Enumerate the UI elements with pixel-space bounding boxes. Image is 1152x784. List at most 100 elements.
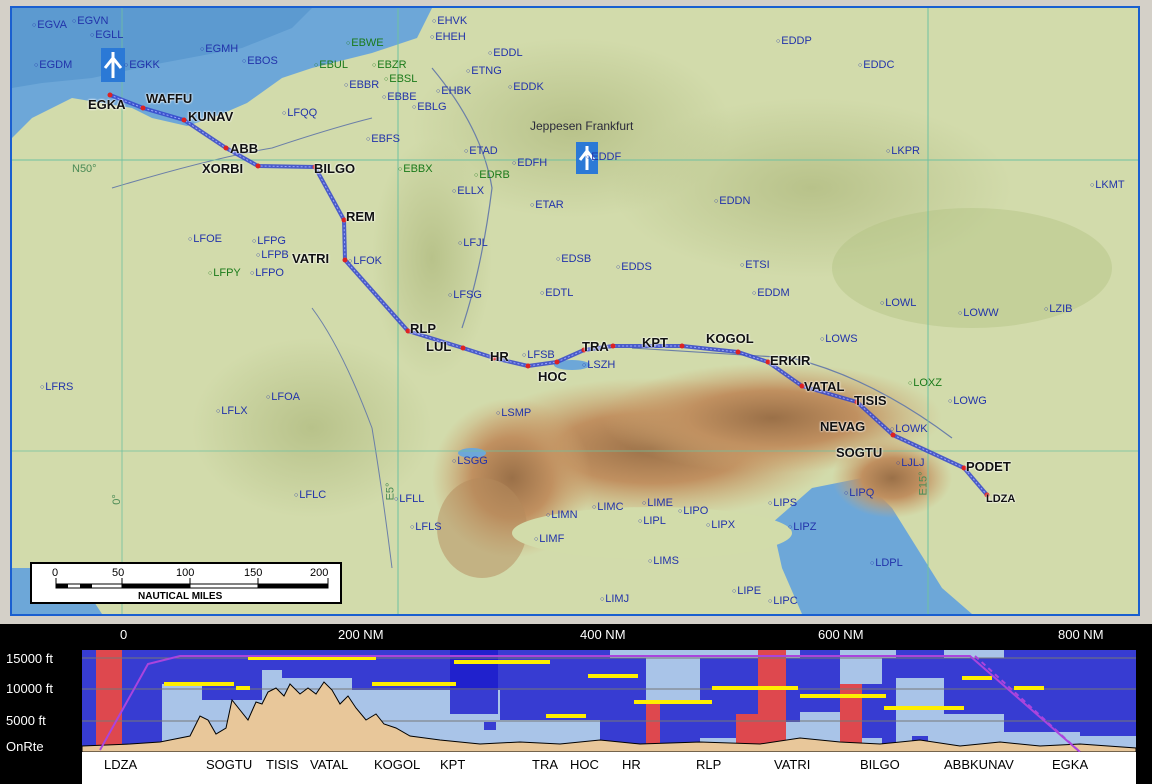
airspace-block[interactable] — [282, 650, 352, 678]
waypoint-rem[interactable]: REM — [346, 210, 375, 223]
airport-edrb[interactable]: EDRB — [474, 170, 510, 181]
airport-lfok[interactable]: LFOK — [348, 256, 382, 267]
airport-loww[interactable]: LOWW — [958, 308, 998, 319]
vor-symbol-london[interactable] — [101, 48, 125, 82]
airport-ehbk[interactable]: EHBK — [436, 86, 471, 97]
waypoint-kogol[interactable]: KOGOL — [706, 332, 754, 345]
airport-eddp[interactable]: EDDP — [776, 36, 812, 47]
waypoint-nevag[interactable]: NEVAG — [820, 420, 865, 433]
airport-lszh[interactable]: LSZH — [582, 360, 615, 371]
airport-lfoa[interactable]: LFOA — [266, 392, 300, 403]
airport-eddf[interactable]: EDDF — [586, 152, 621, 163]
airport-lfoe[interactable]: LFOE — [188, 234, 222, 245]
airport-lfpg[interactable]: LFPG — [252, 236, 286, 247]
airport-ebfs[interactable]: EBFS — [366, 134, 400, 145]
airport-lkpr[interactable]: LKPR — [886, 146, 920, 157]
vertical-profile-panel[interactable]: 0 200 NM 400 NM 600 NM 800 NM 15000 ft 10000 f… — [0, 624, 1152, 784]
airport-lflx[interactable]: LFLX — [216, 406, 247, 417]
airport-ebzr[interactable]: EBZR — [372, 60, 406, 71]
airspace-block[interactable] — [1080, 650, 1136, 736]
airport-eddn[interactable]: EDDN — [714, 196, 750, 207]
airport-limc[interactable]: LIMC — [592, 502, 623, 513]
airport-lime[interactable]: LIME — [642, 498, 673, 509]
airport-egvn[interactable]: EGVN — [72, 16, 108, 27]
airport-edsb[interactable]: EDSB — [556, 254, 591, 265]
airport-ebwe[interactable]: EBWE — [346, 38, 383, 49]
airport-eddm[interactable]: EDDM — [752, 288, 789, 299]
airport-lsmp[interactable]: LSMP — [496, 408, 531, 419]
airport-ebul[interactable]: EBUL — [314, 60, 348, 71]
waypoint-hr[interactable]: HR — [490, 350, 509, 363]
airport-eddc[interactable]: EDDC — [858, 60, 894, 71]
restricted-airspace-block[interactable] — [96, 650, 122, 752]
airport-lipe[interactable]: LIPE — [732, 586, 761, 597]
airspace-block[interactable] — [944, 658, 1004, 714]
waypoint-xorbi[interactable]: XORBI — [202, 162, 243, 175]
waypoint-tisis[interactable]: TISIS — [854, 394, 887, 407]
airport-egva[interactable]: EGVA — [32, 20, 67, 31]
waypoint-erkir[interactable]: ERKIR — [770, 354, 810, 367]
airport-lipz[interactable]: LIPZ — [788, 522, 816, 533]
airport-etng[interactable]: ETNG — [466, 66, 502, 77]
waypoint-vatal[interactable]: VATAL — [804, 380, 844, 393]
airport-eddl[interactable]: EDDL — [488, 48, 522, 59]
airport-lfls[interactable]: LFLS — [410, 522, 441, 533]
airport-egdm[interactable]: EGDM — [34, 60, 72, 71]
airport-limf[interactable]: LIMF — [534, 534, 564, 545]
waypoint-vatri[interactable]: VATRI — [292, 252, 329, 265]
airport-loxz[interactable]: LOXZ — [908, 378, 942, 389]
waypoint-hoc[interactable]: HOC — [538, 370, 567, 383]
airport-eheh[interactable]: EHEH — [430, 32, 466, 43]
airport-egmh[interactable]: EGMH — [200, 44, 238, 55]
airport-lzib[interactable]: LZIB — [1044, 304, 1072, 315]
waypoint-podet[interactable]: PODET — [966, 460, 1011, 473]
airport-ebbx[interactable]: EBBX — [398, 164, 432, 175]
airport-lkmt[interactable]: LKMT — [1090, 180, 1124, 191]
airspace-block[interactable] — [862, 684, 882, 738]
airport-ehvk[interactable]: EHVK — [432, 16, 467, 27]
restricted-airspace-block[interactable] — [646, 704, 660, 748]
airport-lsgg[interactable]: LSGG — [452, 456, 488, 467]
restricted-airspace-block[interactable] — [840, 684, 862, 748]
airport-lfqq[interactable]: LFQQ — [282, 108, 317, 119]
waypoint-waffu[interactable]: WAFFU — [146, 92, 192, 105]
airport-ellx[interactable]: ELLX — [452, 186, 484, 197]
airport-lowg[interactable]: LOWG — [948, 396, 987, 407]
airport-lipo[interactable]: LIPO — [678, 506, 708, 517]
airport-lowl[interactable]: LOWL — [880, 298, 916, 309]
airport-ljlj[interactable]: LJLJ — [896, 458, 924, 469]
waypoint-lul[interactable]: LUL — [426, 340, 451, 353]
airport-lims[interactable]: LIMS — [648, 556, 679, 567]
airport-ldpl[interactable]: LDPL — [870, 558, 903, 569]
airport-lfrs[interactable]: LFRS — [40, 382, 73, 393]
airspace-block[interactable] — [700, 658, 736, 738]
airport-etsi[interactable]: ETSI — [740, 260, 769, 271]
airport-lfll[interactable]: LFLL — [394, 494, 424, 505]
waypoint-sogtu[interactable]: SOGTU — [836, 446, 882, 459]
waypoint-kpt[interactable]: KPT — [642, 336, 668, 349]
airport-lfjl[interactable]: LFJL — [458, 238, 487, 249]
waypoint-abb[interactable]: ABB — [230, 142, 258, 155]
airport-lflc[interactable]: LFLC — [294, 490, 326, 501]
airport-lipc[interactable]: LIPC — [768, 596, 797, 607]
waypoint-ldza[interactable]: LDZA — [986, 494, 1015, 505]
airspace-block[interactable] — [82, 650, 96, 752]
restricted-airspace-block[interactable] — [758, 650, 786, 752]
waypoint-tra[interactable]: TRA — [582, 340, 609, 353]
airport-eblg[interactable]: EBLG — [412, 102, 446, 113]
airspace-block[interactable] — [660, 704, 700, 748]
airport-lfpo[interactable]: LFPO — [250, 268, 284, 279]
airport-limj[interactable]: LIMJ — [600, 594, 629, 605]
airport-lfpy[interactable]: LFPY — [208, 268, 241, 279]
waypoint-rlp[interactable]: RLP — [410, 322, 436, 335]
airport-etar[interactable]: ETAR — [530, 200, 564, 211]
airport-lows[interactable]: LOWS — [820, 334, 857, 345]
airport-egll[interactable]: EGLL — [90, 30, 123, 41]
airport-lfsb[interactable]: LFSB — [522, 350, 555, 361]
airport-ebbr[interactable]: EBBR — [344, 80, 379, 91]
airport-lipq[interactable]: LIPQ — [844, 488, 874, 499]
airport-edfh[interactable]: EDFH — [512, 158, 547, 169]
waypoint-kunav[interactable]: KUNAV — [188, 110, 233, 123]
airspace-block[interactable] — [882, 658, 896, 748]
airport-lips[interactable]: LIPS — [768, 498, 797, 509]
